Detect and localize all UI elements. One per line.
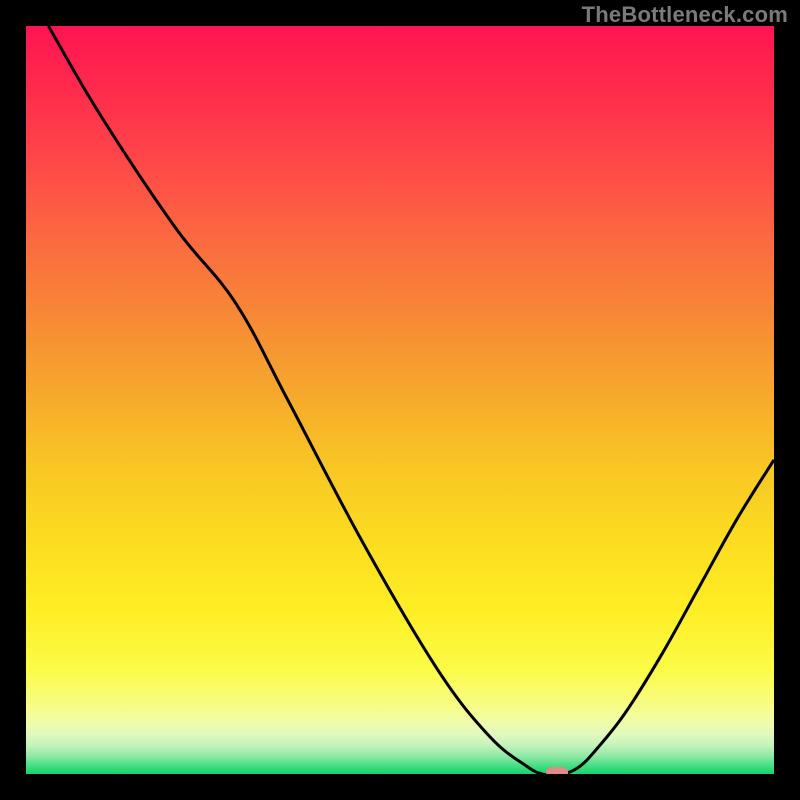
watermark-label: TheBottleneck.com — [582, 2, 788, 28]
chart-stage: TheBottleneck.com — [0, 0, 800, 800]
chart-svg — [26, 26, 774, 774]
sweet-spot-marker — [546, 767, 568, 774]
plot-area — [26, 26, 774, 774]
gradient-background — [26, 26, 774, 774]
